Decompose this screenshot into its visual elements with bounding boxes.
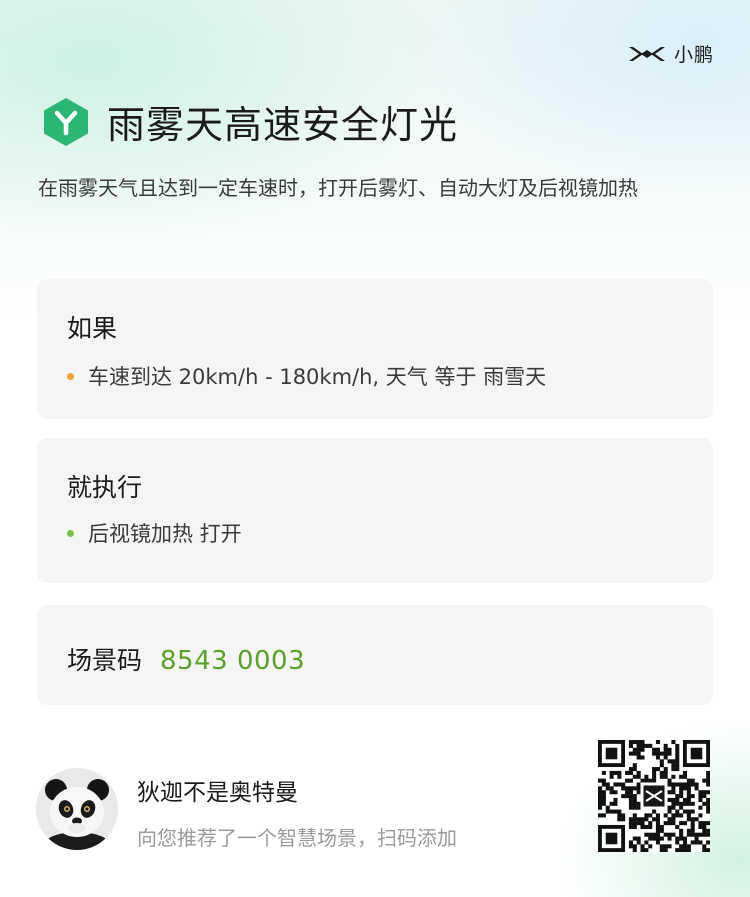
condition-bullet: [67, 372, 74, 380]
brand-name: 小鹏: [673, 44, 714, 66]
scene-description: 在雨雾天气且达到一定车速时，打开后雾灯、自动大灯及后视镜加热: [38, 176, 638, 200]
action-text: 后视镜加热 打开: [88, 522, 242, 546]
conditions-title: 如果: [67, 314, 118, 343]
scene-title: 雨雾天高速安全灯光: [107, 103, 459, 147]
xpeng-hexagon-icon: [43, 97, 89, 147]
scene-header: 雨雾天高速安全灯光: [43, 94, 458, 149]
qr-code[interactable]: [598, 740, 710, 852]
scene-code-card: 场景码 8543 0003: [37, 605, 713, 705]
sharer-subtitle: 向您推荐了一个智慧场景，扫码添加: [137, 826, 457, 850]
scene-code-value[interactable]: 8543 0003: [160, 646, 305, 676]
brand-logo: 小鹏: [628, 40, 714, 67]
scene-code-label: 场景码: [67, 646, 143, 675]
actions-title: 就执行: [67, 473, 143, 502]
sharer-name: 狄迦不是奥特曼: [137, 780, 298, 806]
action-item: 后视镜加热 打开: [67, 518, 242, 548]
conditions-card: 如果 车速到达 20km/h - 180km/h, 天气 等于 雨雪天: [37, 279, 713, 419]
condition-item: 车速到达 20km/h - 180km/h, 天气 等于 雨雪天: [67, 361, 546, 391]
xpeng-logo-icon: [628, 45, 666, 63]
actions-card: 就执行 后视镜加热 打开: [37, 438, 713, 583]
scene-code-row: 场景码 8543 0003: [67, 641, 305, 677]
panda-avatar: [36, 768, 118, 850]
condition-text: 车速到达 20km/h - 180km/h, 天气 等于 雨雪天: [88, 365, 547, 389]
action-bullet: [67, 529, 74, 537]
